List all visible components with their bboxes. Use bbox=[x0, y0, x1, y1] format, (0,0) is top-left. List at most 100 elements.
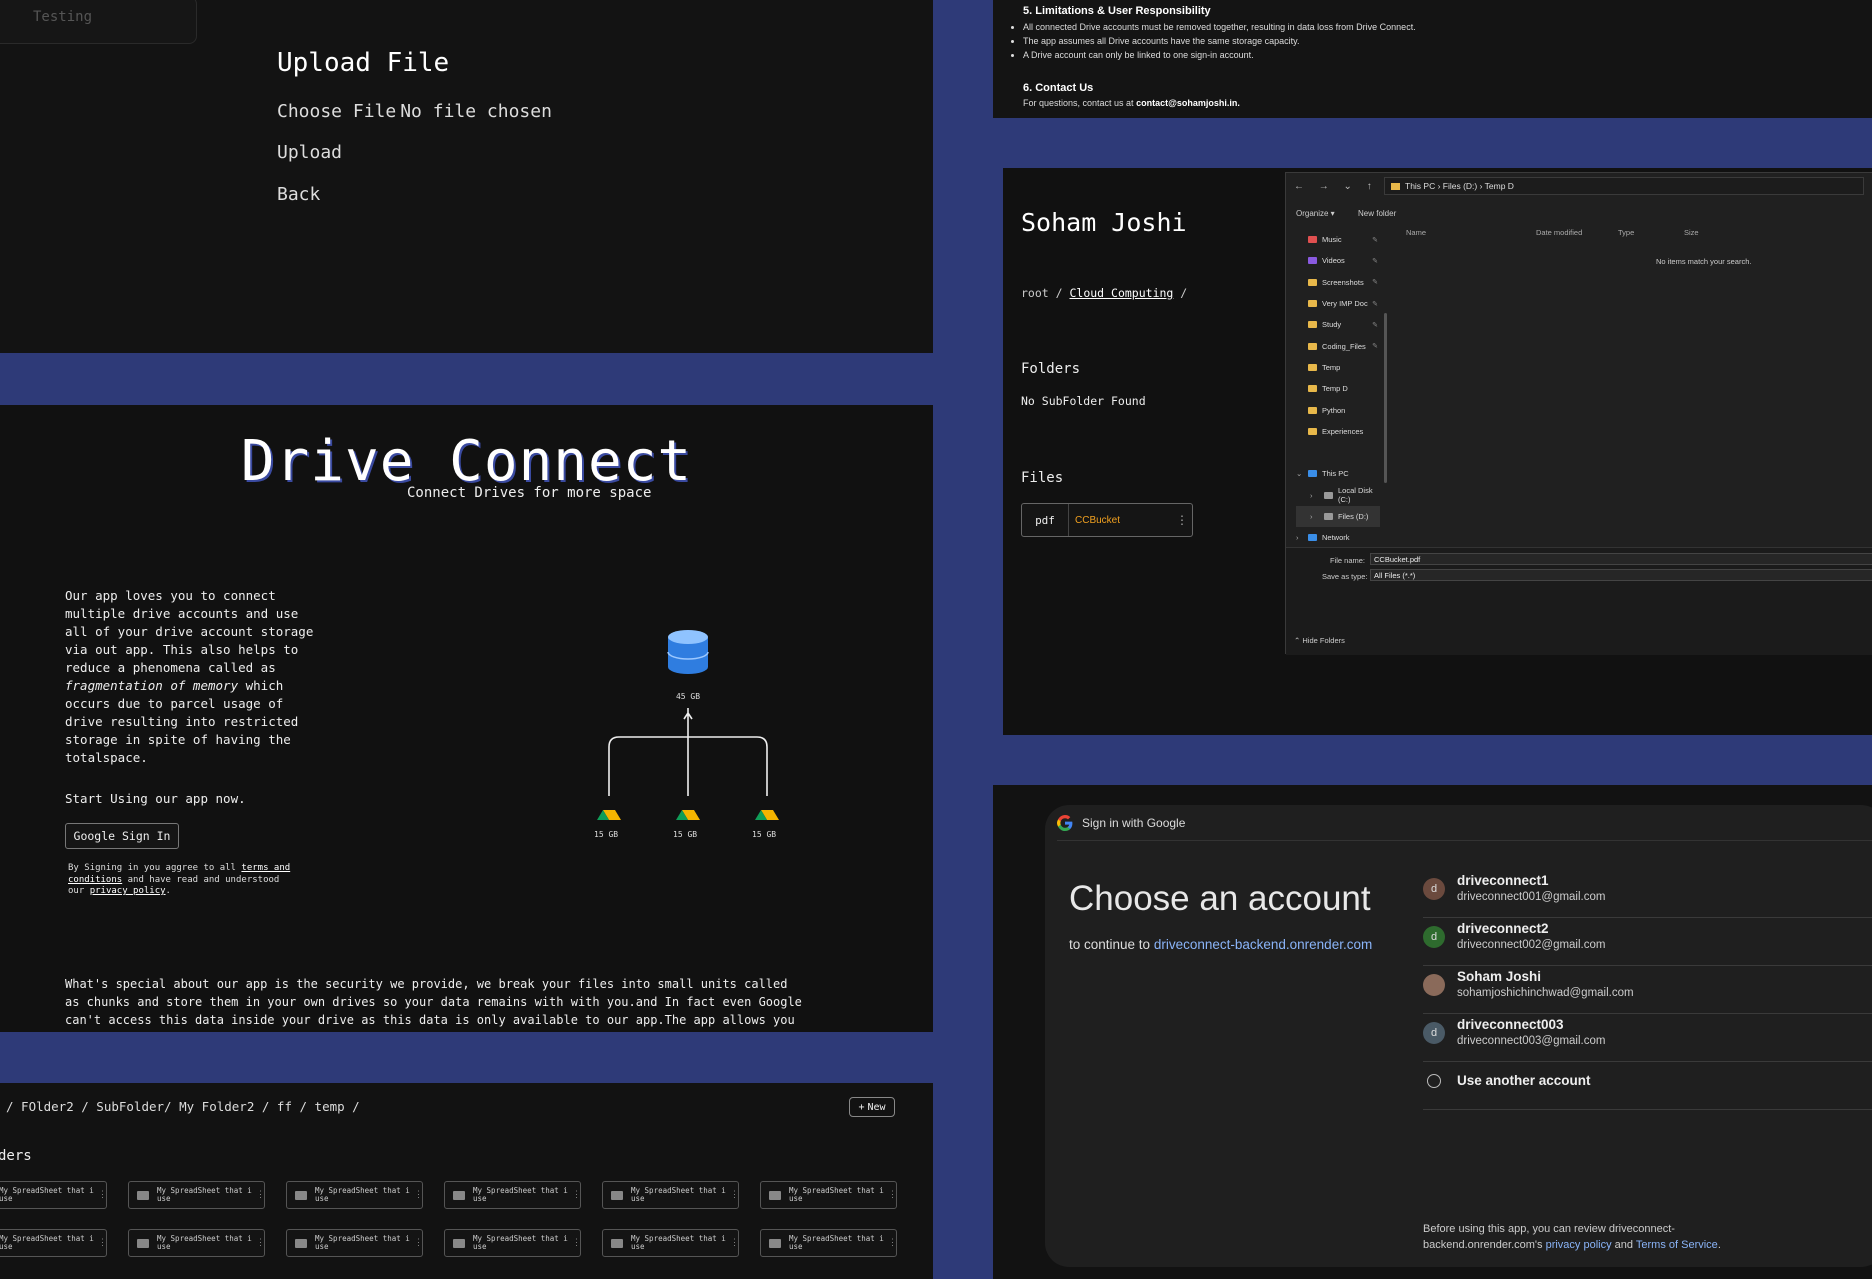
folder-name: My SpreadSheet that i use bbox=[0, 1235, 94, 1251]
chevron-right-icon[interactable]: › bbox=[1310, 512, 1313, 521]
choose-file-button[interactable]: Choose File bbox=[277, 101, 396, 122]
drive-labels: 15 GB 15 GB 15 GB bbox=[560, 830, 800, 842]
nav-pane-item[interactable]: › Network bbox=[1296, 527, 1380, 548]
folder-tile[interactable]: My SpreadSheet that i use ⋮ bbox=[0, 1229, 107, 1257]
nav-pane-label: Coding_Files bbox=[1322, 341, 1366, 351]
nav-pane-item[interactable]: Coding_Files ✎ bbox=[1296, 335, 1380, 356]
file-tile[interactable]: pdf CCBucket ⋮ bbox=[1021, 503, 1193, 537]
more-options-icon[interactable]: ⋮ bbox=[888, 1190, 897, 1200]
account-email: driveconnect003@gmail.com bbox=[1457, 1035, 1606, 1047]
folder-tile[interactable]: My SpreadSheet that i use ⋮ bbox=[444, 1229, 581, 1257]
folder-name: My SpreadSheet that i use bbox=[473, 1187, 568, 1203]
folder-tile[interactable]: My SpreadSheet that i use ⋮ bbox=[444, 1181, 581, 1209]
nav-pane-label: Network bbox=[1322, 533, 1350, 543]
new-button[interactable]: + New bbox=[849, 1097, 895, 1117]
breadcrumb-current[interactable]: Cloud Computing bbox=[1069, 286, 1173, 300]
breadcrumb[interactable]: / FOlder2 / SubFolder/ My Folder2 / ff /… bbox=[6, 1099, 360, 1114]
chevron-right-icon[interactable]: › bbox=[1296, 533, 1299, 542]
nav-pane-item[interactable]: › Local Disk (C:) bbox=[1296, 485, 1380, 506]
nav-pane-item[interactable]: Temp bbox=[1296, 357, 1380, 378]
upload-button[interactable]: Upload bbox=[277, 142, 342, 163]
folder-tile[interactable]: My SpreadSheet that i use ⋮ bbox=[286, 1181, 423, 1209]
more-options-icon[interactable]: ⋮ bbox=[414, 1238, 423, 1248]
nav-pane-item[interactable]: Temp D bbox=[1296, 378, 1380, 399]
empty-message: No items match your search. bbox=[1656, 257, 1752, 266]
more-options-icon[interactable]: ⋮ bbox=[1176, 513, 1192, 527]
folder-icon bbox=[769, 1190, 781, 1200]
more-options-icon[interactable]: ⋮ bbox=[572, 1238, 581, 1248]
nav-pane-item[interactable]: Study ✎ bbox=[1296, 314, 1380, 335]
back-button[interactable]: Back bbox=[277, 184, 320, 205]
browser-tab[interactable]: Testing bbox=[0, 0, 197, 44]
more-options-icon[interactable]: ⋮ bbox=[256, 1190, 265, 1200]
scrollbar[interactable] bbox=[1384, 313, 1387, 483]
file-input[interactable]: Choose File No file chosen bbox=[277, 101, 552, 122]
folder-tile[interactable]: My SpreadSheet that i use ⋮ bbox=[286, 1229, 423, 1257]
col-date[interactable]: Date modified bbox=[1536, 228, 1582, 237]
account-name: driveconnect003 bbox=[1457, 1017, 1564, 1032]
nav-pane-item[interactable]: Experiences bbox=[1296, 421, 1380, 442]
use-another-account-button[interactable]: Use another account bbox=[1423, 1053, 1872, 1110]
continue-prefix: to continue to bbox=[1069, 937, 1151, 952]
chevron-right-icon[interactable]: › bbox=[1310, 491, 1313, 500]
nav-pane-item[interactable]: Music ✎ bbox=[1296, 229, 1380, 250]
folder-icon bbox=[295, 1238, 307, 1248]
nav-arrows[interactable]: ← → ⌄ ↑ bbox=[1294, 181, 1378, 192]
more-options-icon[interactable]: ⋮ bbox=[98, 1238, 107, 1248]
continue-link[interactable]: driveconnect-backend.onrender.com bbox=[1154, 937, 1372, 952]
contact-line: For questions, contact us at contact@soh… bbox=[1023, 98, 1240, 108]
more-options-icon[interactable]: ⋮ bbox=[888, 1238, 897, 1248]
drive-icon bbox=[755, 810, 779, 820]
more-options-icon[interactable]: ⋮ bbox=[256, 1238, 265, 1248]
nav-pane-item[interactable]: Screenshots ✎ bbox=[1296, 272, 1380, 293]
hide-folders-button[interactable]: ⌃ Hide Folders bbox=[1294, 636, 1345, 645]
terms-of-service-link[interactable]: Terms of Service bbox=[1636, 1239, 1718, 1251]
privacy-link[interactable]: privacy policy bbox=[90, 886, 166, 896]
pin-icon: ✎ bbox=[1372, 300, 1378, 308]
folder-icon bbox=[1391, 183, 1400, 191]
folder-tile[interactable]: My SpreadSheet that i use ⋮ bbox=[128, 1229, 265, 1257]
contact-email[interactable]: contact@sohamjoshi.in. bbox=[1136, 98, 1240, 108]
more-options-icon[interactable]: ⋮ bbox=[572, 1190, 581, 1200]
folder-tile[interactable]: My SpreadSheet that i use ⋮ bbox=[602, 1229, 739, 1257]
nav-pane-label: Study bbox=[1322, 320, 1342, 330]
account-email: driveconnect001@gmail.com bbox=[1457, 891, 1606, 903]
review-period: . bbox=[1717, 1239, 1721, 1251]
col-type[interactable]: Type bbox=[1618, 228, 1634, 237]
privacy-policy-link[interactable]: privacy policy bbox=[1546, 1239, 1612, 1251]
address-bar[interactable]: This PC › Files (D:) › Temp D bbox=[1384, 177, 1864, 195]
dialog-footer: File name: CCBucket.pdf Save as type: Al… bbox=[1286, 547, 1872, 655]
organize-menu[interactable]: Organize ▾ bbox=[1296, 209, 1335, 218]
folder-icon bbox=[1308, 385, 1317, 393]
new-folder-button[interactable]: New folder bbox=[1358, 209, 1396, 218]
folder-tile[interactable]: My SpreadSheet that i use ⋮ bbox=[760, 1229, 897, 1257]
nav-pane-item[interactable]: ⌄ This PC bbox=[1296, 463, 1380, 484]
folder-tile[interactable]: My SpreadSheet that i use ⋮ bbox=[602, 1181, 739, 1209]
nav-pane-item[interactable]: Python bbox=[1296, 399, 1380, 420]
file-name[interactable]: CCBucket bbox=[1069, 515, 1176, 526]
folder-name: My SpreadSheet that i use bbox=[631, 1235, 726, 1251]
account-name: Soham Joshi bbox=[1457, 969, 1542, 984]
col-name[interactable]: Name bbox=[1406, 228, 1426, 237]
folder-tile[interactable]: My SpreadSheet that i use ⋮ bbox=[128, 1181, 265, 1209]
folder-tile[interactable]: My SpreadSheet that i use ⋮ bbox=[0, 1181, 107, 1209]
more-options-icon[interactable]: ⋮ bbox=[730, 1190, 739, 1200]
file-name-input[interactable]: CCBucket.pdf bbox=[1370, 553, 1872, 565]
save-type-select[interactable]: All Files (*.*) bbox=[1370, 569, 1872, 581]
folder-tile[interactable]: My SpreadSheet that i use ⋮ bbox=[760, 1181, 897, 1209]
col-size[interactable]: Size bbox=[1684, 228, 1699, 237]
more-options-icon[interactable]: ⋮ bbox=[98, 1190, 107, 1200]
nav-pane-label: Screenshots bbox=[1322, 277, 1364, 287]
folder-icon bbox=[1308, 427, 1317, 435]
more-options-icon[interactable]: ⋮ bbox=[414, 1190, 423, 1200]
nav-pane-item[interactable]: › Files (D:) bbox=[1296, 505, 1380, 528]
folder-icon bbox=[295, 1190, 307, 1200]
nav-pane-item[interactable]: Videos ✎ bbox=[1296, 250, 1380, 271]
nav-pane-item[interactable]: Very IMP Doc ✎ bbox=[1296, 293, 1380, 314]
breadcrumb-root[interactable]: root / bbox=[1021, 286, 1063, 300]
avatar: d bbox=[1423, 1022, 1445, 1044]
google-sign-in-button[interactable]: Google Sign In bbox=[65, 823, 179, 849]
folder-icon bbox=[1324, 513, 1333, 520]
more-options-icon[interactable]: ⋮ bbox=[730, 1238, 739, 1248]
chevron-down-icon[interactable]: ⌄ bbox=[1296, 469, 1302, 478]
